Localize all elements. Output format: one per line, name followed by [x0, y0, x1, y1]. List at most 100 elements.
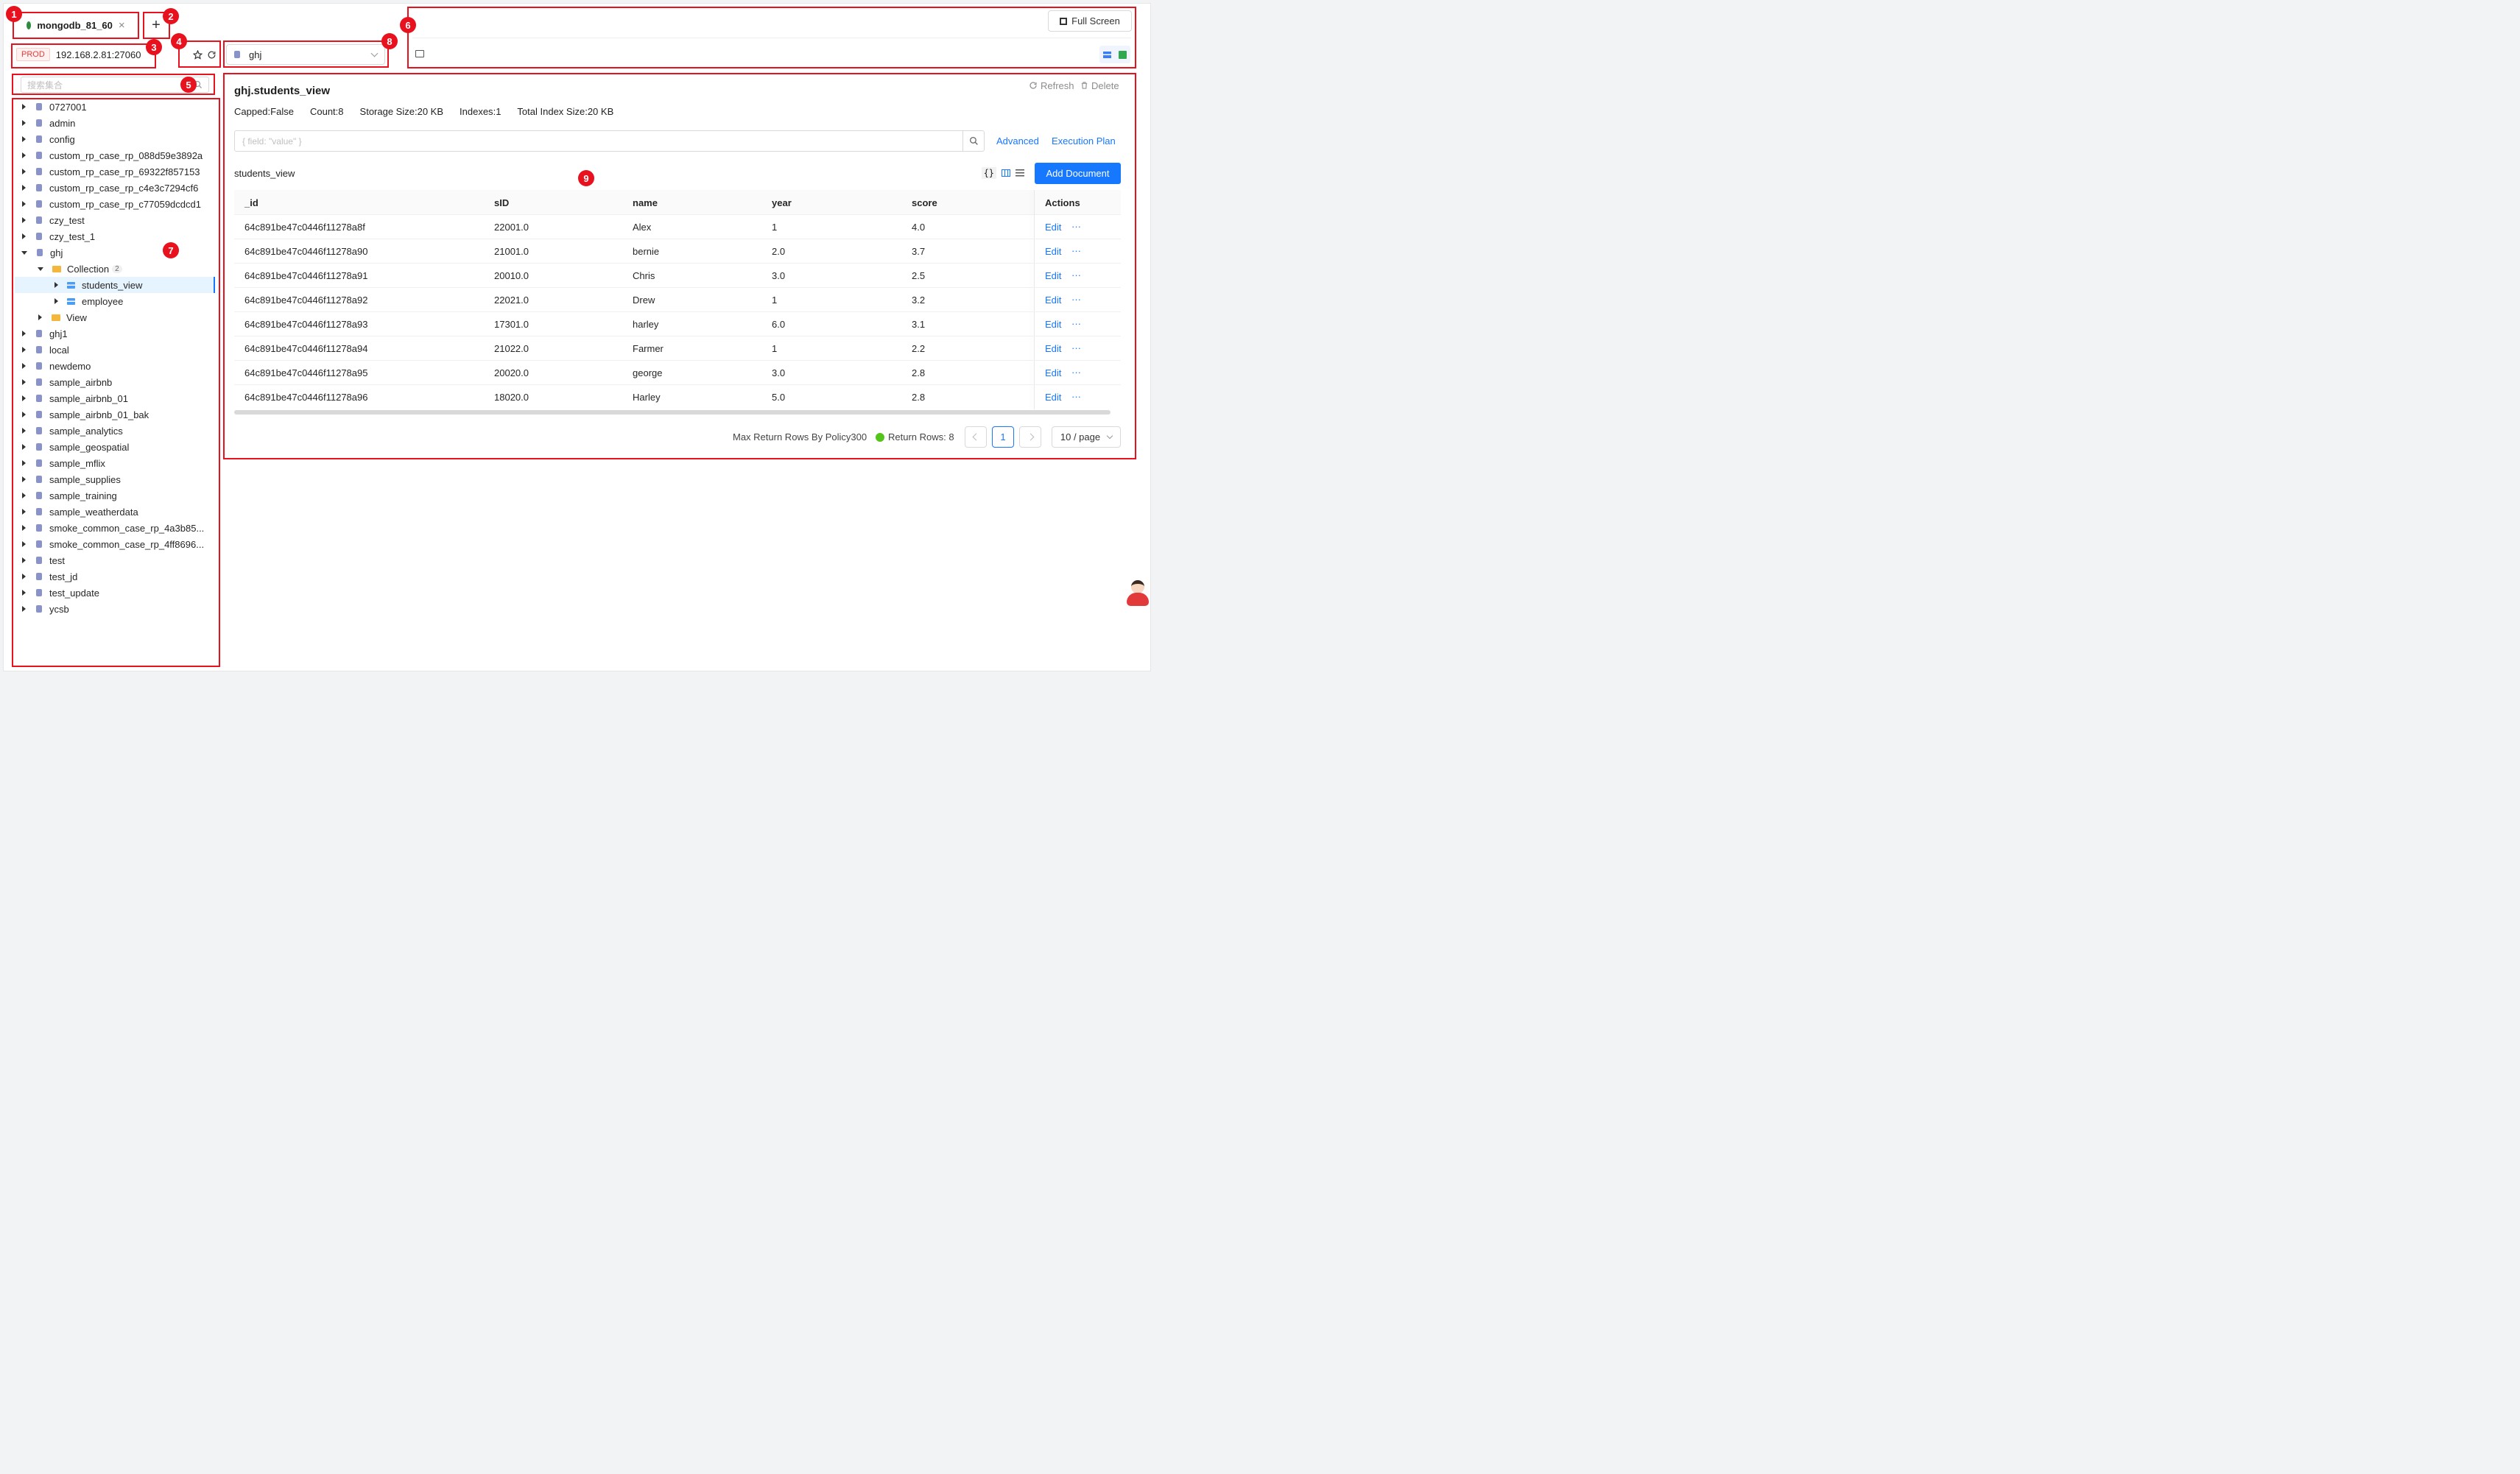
edit-link[interactable]: Edit: [1045, 343, 1061, 354]
tree-item-label: 0727001: [49, 101, 87, 113]
more-actions-icon[interactable]: ···: [1071, 221, 1081, 232]
more-actions-icon[interactable]: ···: [1071, 342, 1081, 353]
add-document-button[interactable]: Add Document: [1035, 163, 1121, 184]
tree-item[interactable]: custom_rp_case_rp_088d59e3892a: [15, 147, 203, 163]
more-actions-icon[interactable]: ···: [1071, 294, 1081, 305]
trash-icon: [1081, 82, 1088, 89]
list-view-icon[interactable]: [1016, 169, 1025, 177]
database-icon: [36, 395, 42, 402]
reload-button[interactable]: [205, 47, 217, 62]
connection-tab[interactable]: mongodb_81_60 ×: [15, 13, 137, 37]
refresh-button[interactable]: Refresh: [1029, 80, 1074, 91]
table-view-icon[interactable]: [1103, 51, 1111, 58]
caret-down-icon: [21, 250, 27, 255]
more-actions-icon[interactable]: ···: [1071, 245, 1081, 256]
database-icon: [36, 216, 42, 224]
page-size-select[interactable]: 10 / page: [1052, 426, 1121, 448]
tree-item[interactable]: test_update: [15, 585, 99, 601]
tree-item[interactable]: test: [15, 552, 65, 568]
caret-right-icon: [22, 476, 26, 482]
close-icon[interactable]: ×: [119, 19, 125, 32]
tree-item[interactable]: czy_test: [15, 212, 85, 228]
page-1-button[interactable]: 1: [992, 426, 1014, 448]
tree-item[interactable]: test_jd: [15, 568, 77, 585]
col-header-sid[interactable]: sID: [494, 197, 509, 208]
tree-item[interactable]: sample_airbnb_01_bak: [15, 406, 149, 423]
tree-item[interactable]: smoke_common_case_rp_4ff8696...: [15, 536, 204, 552]
database-select[interactable]: ghj: [226, 44, 385, 65]
execution-plan-link[interactable]: Execution Plan: [1052, 135, 1116, 147]
tree-item[interactable]: local: [15, 342, 69, 358]
tree-item[interactable]: sample_weatherdata: [15, 504, 138, 520]
prev-page-button[interactable]: [965, 426, 987, 448]
annotation-badge-3: 3: [146, 39, 162, 55]
query-search-button[interactable]: [962, 130, 985, 152]
col-header-score[interactable]: score: [912, 197, 937, 208]
tree-folder-view[interactable]: View: [15, 309, 87, 325]
collection-count-badge: 2: [112, 264, 122, 273]
documents-table: _id sID name year score Actions 64c891be…: [234, 190, 1121, 411]
tree-item-employee[interactable]: employee: [15, 293, 123, 309]
tree-item-label: ycsb: [49, 603, 69, 615]
query-input[interactable]: { field: "value" }: [234, 130, 963, 152]
edit-link[interactable]: Edit: [1045, 367, 1061, 378]
tree-item[interactable]: sample_supplies: [15, 471, 121, 487]
more-actions-icon[interactable]: ···: [1071, 367, 1081, 378]
annotation-badge-2: 2: [163, 8, 179, 24]
support-avatar[interactable]: [1125, 579, 1151, 608]
col-header-name[interactable]: name: [633, 197, 658, 208]
tree-item[interactable]: admin: [15, 115, 75, 131]
tree-item[interactable]: custom_rp_case_rp_c77059dcdcd1: [15, 196, 201, 212]
tree-folder-collection[interactable]: Collection 2: [15, 261, 122, 277]
tree-item[interactable]: czy_test_1: [15, 228, 95, 244]
refresh-icon: [1030, 82, 1037, 89]
tree-item[interactable]: custom_rp_case_rp_c4e3c7294cf6: [15, 180, 198, 196]
database-icon: [36, 135, 42, 143]
col-header-year[interactable]: year: [772, 197, 792, 208]
more-actions-icon[interactable]: ···: [1071, 269, 1081, 281]
full-screen-button[interactable]: Full Screen: [1048, 10, 1132, 32]
layout-toggle[interactable]: [1099, 46, 1130, 63]
next-page-button[interactable]: [1019, 426, 1041, 448]
tree-item-label: students_view: [82, 279, 143, 291]
col-header-id[interactable]: _id: [244, 197, 258, 208]
favorite-button[interactable]: [191, 47, 203, 62]
edit-link[interactable]: Edit: [1045, 392, 1061, 403]
tree-item[interactable]: 0727001: [15, 99, 87, 115]
tree-item[interactable]: sample_airbnb_01: [15, 390, 128, 406]
json-view-icon[interactable]: {}: [981, 167, 997, 179]
table-row: 64c891be47c0446f11278a93 17301.0 harley 6.0…: [234, 312, 1121, 336]
database-icon: [234, 51, 240, 58]
tree-item[interactable]: smoke_common_case_rp_4a3b85...: [15, 520, 204, 536]
edit-link[interactable]: Edit: [1045, 295, 1061, 306]
tree-item[interactable]: sample_mflix: [15, 455, 105, 471]
collection-search-input[interactable]: 搜索集合: [27, 79, 194, 91]
tree-item[interactable]: sample_airbnb: [15, 374, 112, 390]
tree-item[interactable]: newdemo: [15, 358, 91, 374]
caret-right-icon: [54, 282, 58, 288]
edit-link[interactable]: Edit: [1045, 270, 1061, 281]
edit-link[interactable]: Edit: [1045, 319, 1061, 330]
tree-item[interactable]: ycsb: [15, 601, 69, 617]
edit-link[interactable]: Edit: [1045, 222, 1061, 233]
more-actions-icon[interactable]: ···: [1071, 318, 1081, 329]
edit-link[interactable]: Edit: [1045, 246, 1061, 257]
tree-item[interactable]: custom_rp_case_rp_69322f857153: [15, 163, 200, 180]
tree-item-ghj[interactable]: ghj: [15, 244, 63, 261]
delete-button[interactable]: Delete: [1080, 80, 1119, 91]
tree-item-students-view[interactable]: students_view: [15, 277, 215, 293]
more-actions-icon[interactable]: ···: [1071, 391, 1081, 402]
advanced-link[interactable]: Advanced: [996, 135, 1039, 147]
terminal-icon[interactable]: [1119, 50, 1127, 59]
tree-item[interactable]: config: [15, 131, 75, 147]
tree-item[interactable]: ghj1: [15, 325, 68, 342]
tree-item[interactable]: sample_geospatial: [15, 439, 129, 455]
tree-item[interactable]: sample_analytics: [15, 423, 123, 439]
tree-item-label: local: [49, 344, 69, 356]
horizontal-scrollbar[interactable]: [234, 410, 1111, 415]
table-view-icon[interactable]: [1002, 169, 1011, 177]
query-placeholder: { field: "value" }: [242, 135, 302, 147]
chart-icon[interactable]: [415, 50, 424, 57]
database-icon: [36, 330, 42, 337]
tree-item[interactable]: sample_training: [15, 487, 117, 504]
